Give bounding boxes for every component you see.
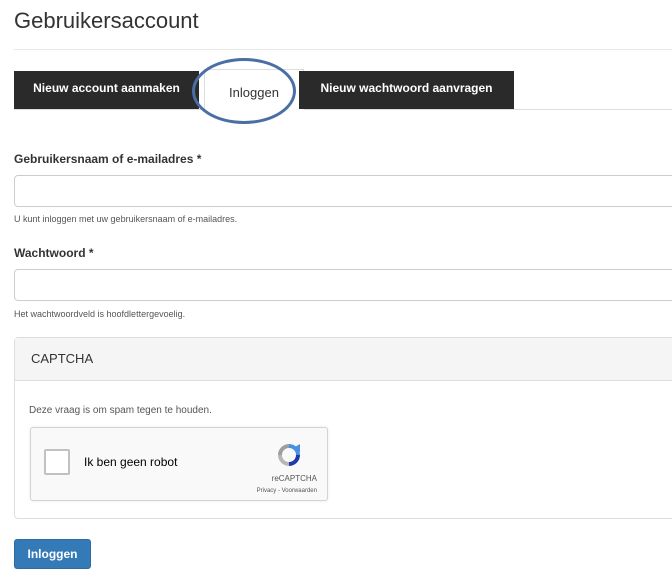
password-input[interactable] [14,269,672,301]
username-input[interactable] [14,175,672,207]
recaptcha-brand: reCAPTCHA [271,474,317,483]
tab-login[interactable]: Inloggen [204,69,304,110]
tab-new-password[interactable]: Nieuw wachtwoord aanvragen [299,71,514,109]
password-help: Het wachtwoordveld is hoofdlettergevoeli… [14,309,186,319]
recaptcha-label: Ik ben geen robot [84,455,178,469]
account-tabs: Nieuw account aanmaken Inloggen Nieuw wa… [14,69,672,110]
page-title: Gebruikersaccount [14,8,199,33]
captcha-title: CAPTCHA [15,338,672,381]
login-button[interactable]: Inloggen [14,539,91,569]
captcha-description: Deze vraag is om spam tegen te houden. [29,405,212,416]
title-divider [14,49,672,50]
recaptcha-checkbox[interactable] [44,449,70,475]
captcha-panel: CAPTCHA Deze vraag is om spam tegen te h… [14,337,672,519]
username-label: Gebruikersnaam of e-mailadres * [14,152,202,166]
recaptcha-logo-icon [278,444,300,466]
password-label: Wachtwoord * [14,246,94,260]
recaptcha-terms-link[interactable]: Privacy - Voorwaarden [257,488,317,494]
username-help: U kunt inloggen met uw gebruikersnaam of… [14,214,238,224]
tab-new-account[interactable]: Nieuw account aanmaken [14,71,199,109]
recaptcha-widget: Ik ben geen robot reCAPTCHA Privacy - Vo… [30,427,328,501]
